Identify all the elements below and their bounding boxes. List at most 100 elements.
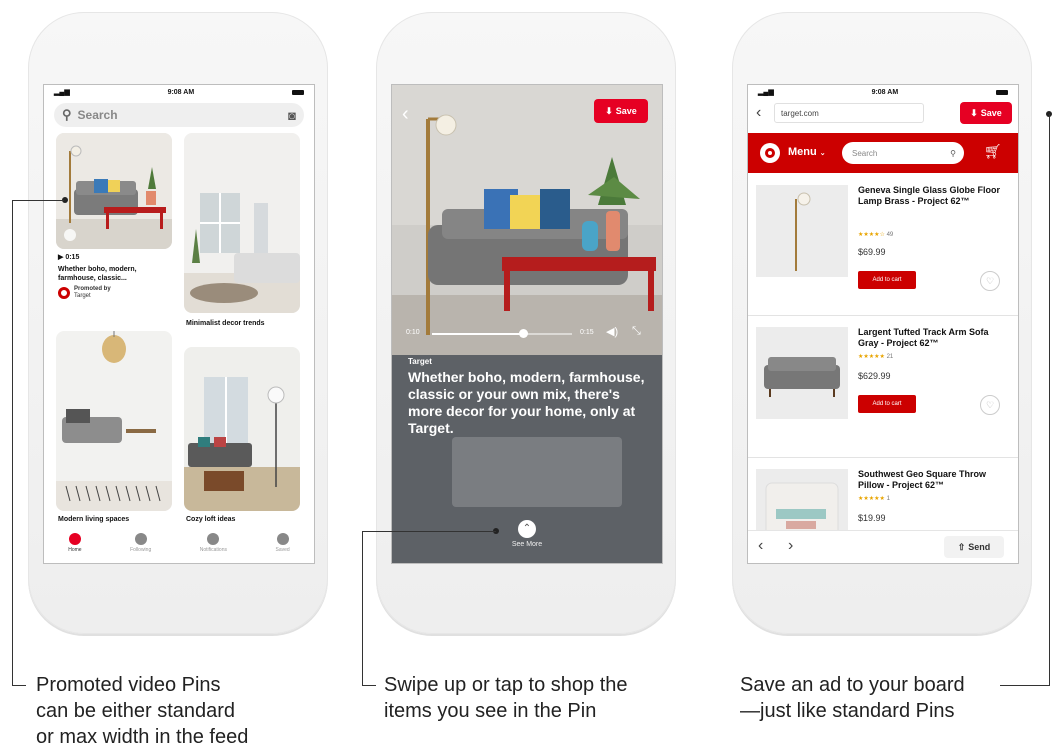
callout-line-right-v: [1049, 114, 1050, 685]
promoted-advertiser: Target: [74, 293, 91, 299]
pin-icon: ⬇: [970, 107, 978, 118]
save-label: Save: [980, 108, 1002, 118]
product-card[interactable]: Largent Tufted Track Arm Sofa Gray - Pro…: [748, 317, 1018, 458]
callout-line-left-h: [12, 200, 64, 201]
heart-icon[interactable]: ♡: [980, 395, 1000, 415]
nav-notifications[interactable]: Notifications: [200, 533, 227, 553]
expand-icon[interactable]: ⤡: [632, 325, 641, 338]
video-controls: 0:10 0:15 ◀) ⤡: [392, 319, 662, 355]
product-name[interactable]: Southwest Geo Square Throw Pillow - Proj…: [858, 469, 1010, 491]
nav-following-label: Following: [130, 547, 152, 553]
pin1-title: Whether boho, modern, farmhouse, classic…: [58, 266, 137, 282]
callout-line-right-h: [1000, 685, 1050, 686]
cart-icon[interactable]: 🛒︎: [984, 143, 1002, 160]
pin1-image: [56, 133, 172, 249]
callout-line-left-v: [12, 200, 13, 685]
progress-handle[interactable]: [519, 329, 528, 338]
people-icon: [134, 533, 147, 545]
site-search-input[interactable]: Search ⚲: [842, 142, 964, 164]
feed-screen: ▂▄▆ 9:08 AM ⚲ Search ◙ ▶ 0:15 Whether bo…: [43, 84, 315, 564]
target-header: Menu ⌄ Search ⚲ 🛒︎: [748, 133, 1018, 173]
pin2-title: Minimalist decor trends: [186, 320, 265, 327]
save-button[interactable]: ⬇ Save: [594, 99, 648, 123]
phone-website: ▂▄▆ 9:08 AM ‹ target.com ⬇ Save Menu ⌄ S…: [732, 12, 1032, 634]
pin-modern-living[interactable]: [56, 331, 172, 511]
promoted-by[interactable]: Promoted by Target: [58, 286, 111, 300]
pin-cozy-loft[interactable]: [184, 347, 300, 511]
save-label: Save: [615, 106, 637, 116]
menu-label: Menu: [788, 146, 817, 158]
video-player[interactable]: ‹ ⬇ Save 0:10 0:15 ◀) ⤡ Target Whether b…: [392, 85, 662, 563]
volume-icon[interactable]: ◀): [606, 325, 618, 338]
add-to-cart-button[interactable]: Add to cart: [858, 271, 916, 289]
signal-icon: ▂▄▆: [758, 89, 774, 96]
camera-icon[interactable]: ◙: [288, 108, 296, 123]
phone-feed: ▂▄▆ 9:08 AM ⚲ Search ◙ ▶ 0:15 Whether bo…: [28, 12, 328, 634]
caption-middle: Swipe up or tap to shop the items you se…: [384, 674, 628, 722]
url-field[interactable]: target.com: [774, 103, 924, 123]
bell-icon: [207, 533, 220, 545]
see-more-button[interactable]: ⌃ See More: [502, 520, 552, 548]
rating-stars: ★★★★★ 1: [858, 496, 890, 502]
product-image-sofa[interactable]: [756, 327, 848, 419]
phone-video-closeup: ‹ ⬇ Save 0:10 0:15 ◀) ⤡ Target Whether b…: [376, 12, 676, 634]
video-screen: ‹ ⬇ Save 0:10 0:15 ◀) ⤡ Target Whether b…: [391, 84, 663, 564]
shopping-preview: [452, 437, 622, 507]
product-price: $19.99: [858, 513, 886, 523]
url-text: target.com: [781, 108, 819, 118]
callout-line-middle-v: [362, 531, 363, 685]
send-icon: ⇧: [957, 541, 966, 552]
site-search-placeholder: Search: [852, 148, 878, 158]
back-icon[interactable]: ‹: [756, 104, 761, 122]
signal-icon: ▂▄▆: [54, 89, 70, 96]
product-card[interactable]: Geneva Single Glass Globe Floor Lamp Bra…: [748, 175, 1018, 316]
pin2-image: [184, 133, 300, 313]
nav-saved[interactable]: Saved: [276, 533, 290, 553]
pin-headline: Whether boho, modern, farmhouse, classic…: [408, 369, 645, 436]
search-icon[interactable]: ⚲: [950, 149, 956, 158]
rating-stars: ★★★★☆ 49: [858, 232, 894, 238]
add-to-cart-button[interactable]: Add to cart: [858, 395, 916, 413]
back-arrow-icon[interactable]: ‹: [758, 537, 763, 555]
caption-right: Save an ad to your board —just like stan…: [740, 674, 965, 722]
browser-bar: ‹ target.com ⬇ Save: [748, 99, 1018, 127]
caption-left: Promoted video Pins can be either standa…: [36, 674, 249, 748]
battery-icon: [995, 89, 1008, 95]
product-name[interactable]: Geneva Single Glass Globe Floor Lamp Bra…: [858, 185, 1010, 207]
website-screen: ▂▄▆ 9:08 AM ‹ target.com ⬇ Save Menu ⌄ S…: [747, 84, 1019, 564]
send-label: Send: [968, 542, 991, 552]
target-logo: [58, 287, 70, 299]
advertiser-name: Target: [408, 357, 432, 366]
send-button[interactable]: ⇧ Send: [944, 536, 1004, 558]
pinterest-logo-icon: [68, 533, 81, 545]
pin3-image: [56, 331, 172, 511]
nav-home-label: Home: [68, 547, 82, 553]
promoted-video-pin[interactable]: [56, 133, 172, 249]
back-icon[interactable]: ‹: [402, 103, 409, 126]
menu-button[interactable]: Menu ⌄: [788, 146, 826, 158]
time-elapsed: 0:10: [406, 329, 420, 336]
save-button[interactable]: ⬇ Save: [960, 102, 1012, 124]
progress-fill: [432, 333, 524, 335]
heart-icon[interactable]: ♡: [980, 271, 1000, 291]
pin-minimalist-decor[interactable]: [184, 133, 300, 313]
time-total: 0:15: [580, 329, 594, 336]
browser-bottom-bar: ‹ › ⇧ Send: [748, 530, 1018, 563]
target-logo[interactable]: [760, 143, 780, 163]
nav-home[interactable]: Home: [68, 533, 82, 553]
pin1-duration: ▶ 0:15: [58, 254, 80, 261]
product-name[interactable]: Largent Tufted Track Arm Sofa Gray - Pro…: [858, 327, 1010, 349]
pin4-title: Cozy loft ideas: [186, 516, 236, 523]
nav-following[interactable]: Following: [130, 533, 151, 553]
product-price: $629.99: [858, 371, 891, 381]
search-bar[interactable]: ⚲ Search ◙: [54, 103, 304, 127]
product-price: $69.99: [858, 247, 886, 257]
forward-arrow-icon[interactable]: ›: [788, 537, 793, 555]
product-image-lamp[interactable]: [756, 185, 848, 277]
see-more-label: See More: [511, 541, 543, 548]
nav-notifications-label: Notifications: [199, 547, 227, 553]
chevron-up-icon: ⌃: [518, 520, 536, 538]
search-placeholder: Search: [77, 108, 118, 122]
pin4-image: [184, 347, 300, 511]
search-icon: ⚲: [62, 107, 72, 122]
